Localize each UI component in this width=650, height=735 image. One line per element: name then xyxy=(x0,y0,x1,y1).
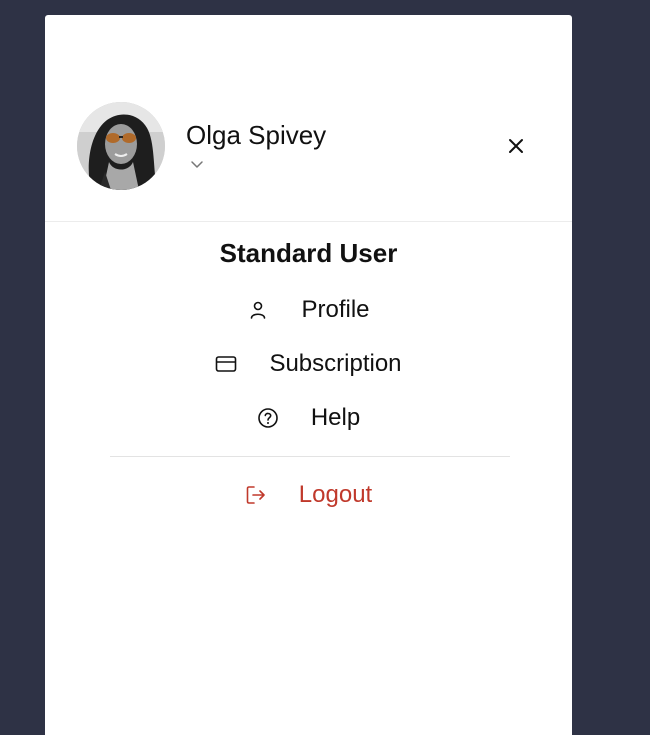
close-icon xyxy=(509,139,523,153)
menu-item-profile[interactable]: Profile xyxy=(45,290,572,330)
logout-label: Logout xyxy=(298,481,373,508)
menu-divider xyxy=(110,456,510,457)
menu-item-subscription[interactable]: Subscription xyxy=(45,344,572,384)
user-name: Olga Spivey xyxy=(186,120,327,150)
person-icon xyxy=(247,299,269,321)
logout-icon xyxy=(245,484,267,506)
credit-card-icon xyxy=(215,353,237,375)
help-circle-icon xyxy=(257,407,279,429)
menu-item-label: Subscription xyxy=(269,350,402,377)
user-menu-panel: Olga Spivey Standard User Profile Subscr… xyxy=(45,15,572,735)
menu-item-label: Help xyxy=(310,404,361,431)
logout-button[interactable]: Logout xyxy=(45,475,572,515)
user-header: Olga Spivey xyxy=(45,15,572,222)
close-button[interactable] xyxy=(503,133,529,159)
chevron-down-icon[interactable] xyxy=(189,157,205,173)
menu-item-label: Profile xyxy=(301,296,370,323)
menu-item-help[interactable]: Help xyxy=(45,398,572,438)
user-role: Standard User xyxy=(219,238,398,268)
avatar xyxy=(77,102,165,190)
